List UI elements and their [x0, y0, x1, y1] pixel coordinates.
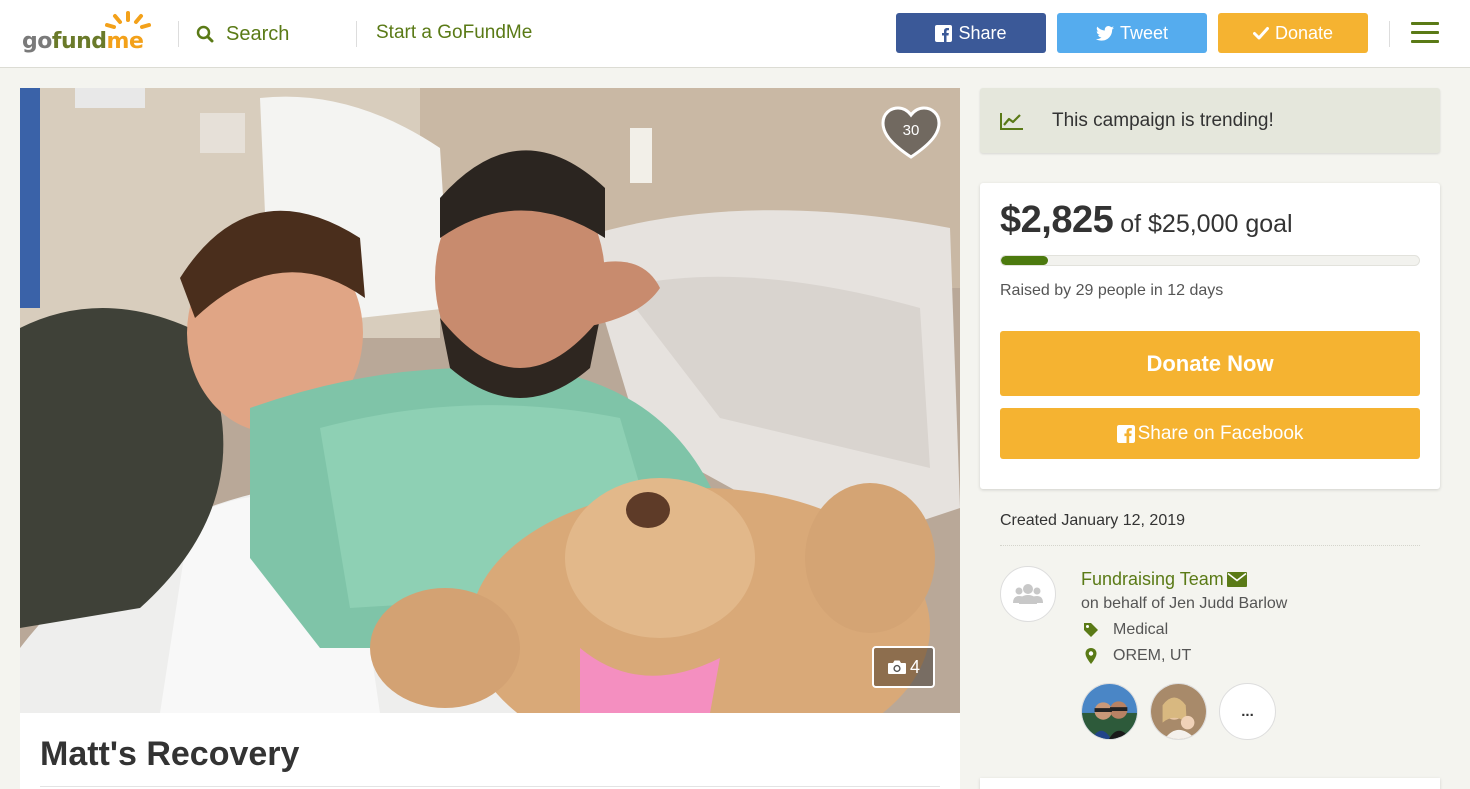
donate-label: Donate — [1274, 22, 1334, 43]
facebook-icon — [1116, 424, 1135, 443]
photo-count: 4 — [909, 656, 920, 677]
facebook-icon — [935, 24, 953, 42]
tag-icon — [1084, 623, 1098, 637]
fundraising-team-link[interactable]: Fundraising Team — [1081, 569, 1247, 590]
divider — [1389, 21, 1390, 47]
share-on-facebook-button[interactable]: Share on Facebook — [1000, 408, 1420, 459]
search-icon — [196, 25, 214, 43]
campaign-photo[interactable]: 30 4 — [20, 88, 960, 713]
team-name: Fundraising Team — [1081, 569, 1224, 589]
heart-badge[interactable]: 30 — [880, 105, 942, 161]
organizer-avatar[interactable] — [1081, 683, 1138, 740]
group-icon — [1013, 584, 1043, 604]
on-behalf-of-text: on behalf of Jen Judd Barlow — [1081, 595, 1288, 612]
category-row[interactable]: Medical — [1081, 621, 1168, 639]
divider — [40, 786, 940, 787]
share-button[interactable]: Share — [896, 13, 1046, 53]
photo-gallery-button[interactable]: 4 — [872, 646, 935, 688]
logo-go: go — [22, 29, 52, 54]
progress-bar — [1000, 255, 1420, 266]
heart-count: 30 — [902, 122, 920, 139]
more-organizers-button[interactable]: ... — [1219, 683, 1276, 740]
organizer-avatars: ... — [1081, 683, 1288, 740]
gofundme-logo[interactable]: gofundme — [22, 10, 156, 54]
trending-text: This campaign is trending! — [1052, 109, 1274, 131]
raised-by-text: Raised by 29 people in 12 days — [1000, 282, 1224, 299]
organizer-photo-image — [1082, 684, 1137, 739]
divider — [356, 21, 357, 47]
top-nav: gofundme Search Start a GoFundMe Share T… — [0, 0, 1470, 68]
raised-summary: $2,825 of $25,000 goal — [1000, 199, 1293, 242]
hamburger-menu-icon[interactable] — [1411, 22, 1439, 44]
progress-fill — [1001, 256, 1049, 265]
donate-now-button[interactable]: Donate Now — [1000, 331, 1420, 396]
divider — [1000, 545, 1420, 546]
share-on-facebook-label: Share on Facebook — [1137, 422, 1304, 444]
envelope-icon[interactable] — [1226, 572, 1247, 587]
twitter-icon — [1095, 25, 1114, 41]
raised-amount: $2,825 — [1000, 199, 1114, 241]
organizer-avatar[interactable] — [1150, 683, 1207, 740]
logo-fund: fund — [51, 29, 107, 54]
camera-icon — [887, 660, 906, 674]
location-pin-icon — [1085, 648, 1097, 664]
checkmark-icon — [1252, 27, 1269, 40]
divider — [178, 21, 179, 47]
hospital-photo-image — [20, 88, 960, 713]
category-label: Medical — [1113, 621, 1169, 638]
campaign-title: Matt's Recovery — [40, 735, 300, 773]
location-label: OREM, UT — [1113, 647, 1192, 664]
team-avatar[interactable] — [1000, 566, 1056, 622]
title-section: Matt's Recovery — [20, 713, 960, 789]
location-row: OREM, UT — [1081, 647, 1191, 665]
search-link[interactable]: Search — [196, 20, 289, 48]
donation-card: $2,825 of $25,000 goal Raised by 29 peop… — [980, 183, 1440, 489]
share-label: Share — [958, 22, 1007, 43]
trending-chart-icon — [1000, 112, 1023, 130]
start-gofundme-link[interactable]: Start a GoFundMe — [376, 22, 532, 44]
organizer-photo-image — [1151, 684, 1206, 739]
header-donate-button[interactable]: Donate — [1218, 13, 1368, 53]
goal-text: of $25,000 goal — [1120, 210, 1293, 238]
tweet-label: Tweet — [1119, 22, 1169, 43]
next-card — [980, 778, 1440, 789]
tweet-button[interactable]: Tweet — [1057, 13, 1207, 53]
logo-me: me — [106, 29, 144, 54]
trending-banner: This campaign is trending! — [980, 88, 1440, 153]
created-date: Created January 12, 2019 — [1000, 512, 1186, 529]
search-label: Search — [226, 22, 290, 45]
